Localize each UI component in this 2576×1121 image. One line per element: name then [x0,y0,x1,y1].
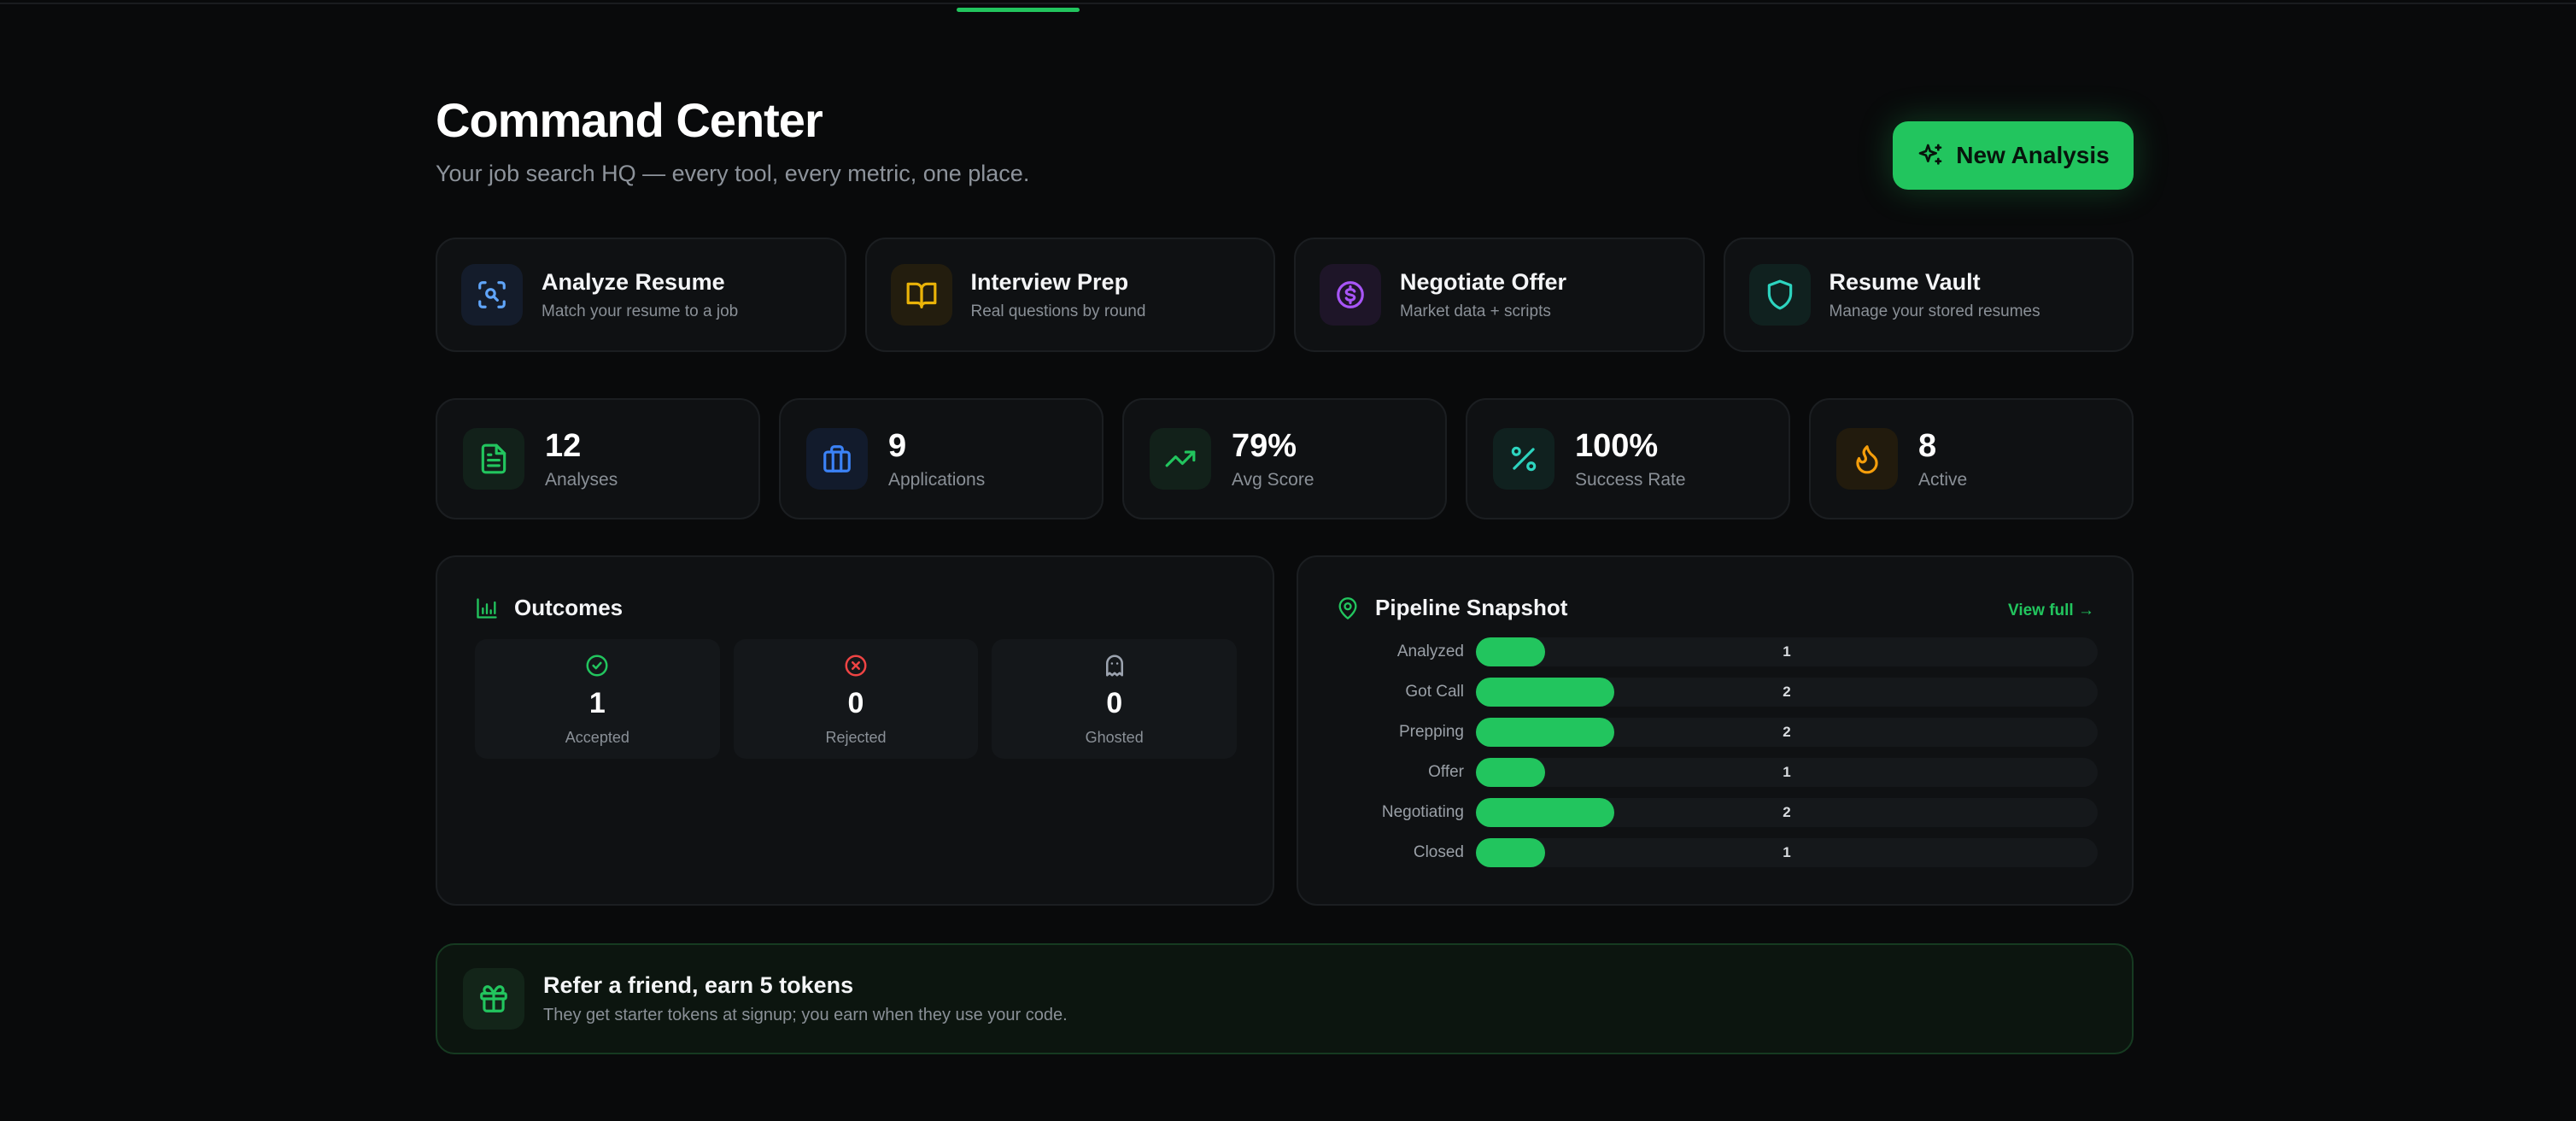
pipeline-bar-track: 1 [1476,637,2098,666]
stat-label: Applications [888,469,986,490]
trending-up-icon [1150,428,1211,490]
pipeline-title: Pipeline Snapshot [1375,595,1568,620]
quick-action-resume-vault[interactable]: Resume Vault Manage your stored resumes [1723,238,2134,352]
quick-action-desc: Market data + scripts [1400,302,1551,320]
referral-desc: They get starter tokens at signup; you e… [543,1006,1068,1024]
pipeline-stage-label: Negotiating [1381,803,1464,821]
referral-banner[interactable]: Refer a friend, earn 5 tokens They get s… [436,943,2134,1054]
pipeline-stage-label: Prepping [1398,723,1464,741]
quick-action-interview-prep[interactable]: Interview Prep Real questions by round [864,238,1275,352]
outcomes-panel: Outcomes 1 Accepted 0 Rejected 0 Ghosted [436,555,1274,906]
quick-action-title: Negotiate Offer [1400,268,1567,295]
stat-value: 9 [888,427,907,464]
pipeline-count: 2 [1783,684,1791,700]
scan-search-icon [461,264,523,326]
quick-action-analyze-resume[interactable]: Analyze Resume Match your resume to a jo… [436,238,846,352]
stat-card-success-rate: 100% Success Rate [1466,398,1790,519]
stat-card-analyses: 12 Analyses [436,398,760,519]
pipeline-count: 1 [1783,844,1791,860]
pipeline-bar-track: 2 [1476,718,2098,747]
pipeline-count: 2 [1783,724,1791,740]
outcome-rejected: 0 Rejected [733,639,979,759]
pipeline-row: Prepping 2 [1336,718,2098,747]
quick-action-desc: Manage your stored resumes [1829,302,2040,320]
briefcase-icon [806,428,868,490]
stats-row: 12 Analyses 9 Applications 79% Avg Score… [436,398,2134,519]
quick-action-title: Analyze Resume [542,268,725,295]
view-full-link[interactable]: View full → [2008,602,2094,620]
stat-card-avg-score: 79% Avg Score [1122,398,1447,519]
stat-label: Active [1918,469,1968,490]
file-text-icon [463,428,524,490]
gift-icon [463,968,524,1030]
new-analysis-button[interactable]: New Analysis [1893,121,2134,190]
quick-action-desc: Match your resume to a job [542,302,739,320]
pipeline-stage-label: Analyzed [1396,643,1464,660]
pipeline-count: 1 [1783,643,1791,660]
outcome-label: Accepted [565,729,629,746]
pipeline-bar-track: 1 [1476,758,2098,787]
quick-actions: Analyze Resume Match your resume to a jo… [436,238,2134,352]
pipeline-count: 1 [1783,764,1791,780]
panels: Outcomes 1 Accepted 0 Rejected 0 Ghosted… [436,555,2134,906]
map-pin-icon [1336,596,1360,620]
pipeline-bar-track: 1 [1476,838,2098,867]
stat-label: Avg Score [1232,469,1314,490]
x-circle-icon [843,653,869,678]
pipeline-row: Got Call 2 [1336,678,2098,707]
new-analysis-label: New Analysis [1956,142,2110,168]
percent-icon [1493,428,1554,490]
pipeline-row: Negotiating 2 [1336,798,2098,827]
pipeline-bar-track: 2 [1476,678,2098,707]
outcomes-title: Outcomes [514,595,624,620]
pipeline-stage-label: Closed [1413,843,1464,861]
dollar-circle-icon [1320,264,1381,326]
ghost-icon [1102,653,1127,678]
page-header: Command Center Your job search HQ — ever… [436,89,2134,200]
pipeline-stage-label: Got Call [1405,683,1464,701]
outcome-accepted: 1 Accepted [475,639,720,759]
book-open-icon [890,264,952,326]
page-title: Command Center [436,93,823,147]
quick-action-desc: Real questions by round [970,302,1146,320]
stat-card-active: 8 Active [1809,398,2134,519]
stat-value: 12 [545,427,582,464]
flame-icon [1836,428,1898,490]
outcome-value: 1 [588,687,606,719]
quick-action-title: Resume Vault [1829,268,1981,295]
stat-label: Analyses [545,469,618,490]
check-circle-icon [584,653,610,678]
pipeline-stage-label: Offer [1428,763,1464,781]
stat-value: 79% [1232,427,1297,464]
pipeline-row: Closed 1 [1336,838,2098,867]
stat-value: 8 [1918,427,1937,464]
outcome-label: Ghosted [1085,729,1144,746]
pipeline-count: 2 [1783,804,1791,820]
stat-label: Success Rate [1575,469,1686,490]
shield-icon [1748,264,1811,326]
top-nav-border [0,0,2576,4]
pipeline-bar-track: 2 [1476,798,2098,827]
stat-value: 100% [1575,427,1659,464]
outcome-label: Rejected [825,729,887,746]
outcome-ghosted: 0 Ghosted [992,639,1238,759]
quick-action-title: Interview Prep [970,268,1129,295]
pipeline-panel: Pipeline Snapshot View full → Analyzed 1 G… [1297,555,2134,906]
outcome-value: 0 [1106,687,1123,719]
quick-action-negotiate-offer[interactable]: Negotiate Offer Market data + scripts [1294,238,1705,352]
sparkles-icon [1917,142,1944,169]
pipeline-row: Analyzed 1 [1336,637,2098,666]
stat-card-applications: 9 Applications [779,398,1104,519]
bar-chart-icon [475,596,499,620]
outcome-value: 0 [847,687,864,719]
pipeline-row: Offer 1 [1336,758,2098,787]
page-subtitle: Your job search HQ — every tool, every m… [436,161,1030,186]
referral-title: Refer a friend, earn 5 tokens [543,972,854,998]
active-nav-indicator [957,8,1080,12]
